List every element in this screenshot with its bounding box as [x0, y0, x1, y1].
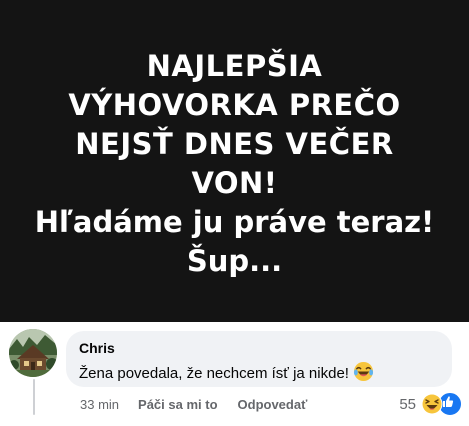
post-line: NEJSŤ DNES VEČER: [75, 127, 394, 161]
thread-line: [33, 379, 35, 415]
haha-reaction-icon: [421, 393, 443, 415]
like-button[interactable]: Páči sa mi to: [138, 397, 217, 412]
post-line: NAJLEPŠIA: [146, 49, 323, 83]
comment-text-line: Žena povedala, že nechcem ísť ja nikde!: [79, 361, 374, 386]
post-line: VON!: [191, 166, 278, 200]
reaction-icons: [421, 391, 463, 417]
comment-timestamp[interactable]: 33 min: [80, 397, 119, 412]
comment: Chris Žena povedala, že nechcem ísť ja n…: [0, 322, 469, 426]
laughing-tears-emoji-icon: [353, 361, 374, 386]
avatar[interactable]: [9, 329, 57, 377]
reply-button[interactable]: Odpovedať: [238, 397, 308, 412]
comment-author[interactable]: Chris: [79, 340, 115, 356]
post-line: Hľadáme ju práve teraz!: [34, 205, 435, 239]
post-line: Šup...: [186, 244, 283, 278]
comment-actions: 33 min Páči sa mi to Odpovedať: [80, 397, 307, 415]
post-text-block: NAJLEPŠIA VÝHOVORKA PREČO NEJSŤ DNES VEČ…: [35, 47, 435, 281]
post-line: VÝHOVORKA PREČO: [68, 88, 401, 122]
comment-bubble: Chris Žena povedala, že nechcem ísť ja n…: [66, 331, 452, 387]
reaction-count: 55: [399, 395, 416, 413]
comment-text: Žena povedala, že nechcem ísť ja nikde!: [79, 365, 349, 382]
reactions-summary[interactable]: 55: [399, 391, 463, 417]
post-image[interactable]: NAJLEPŠIA VÝHOVORKA PREČO NEJSŤ DNES VEČ…: [0, 0, 469, 322]
avatar-cabin-image: [9, 329, 57, 377]
